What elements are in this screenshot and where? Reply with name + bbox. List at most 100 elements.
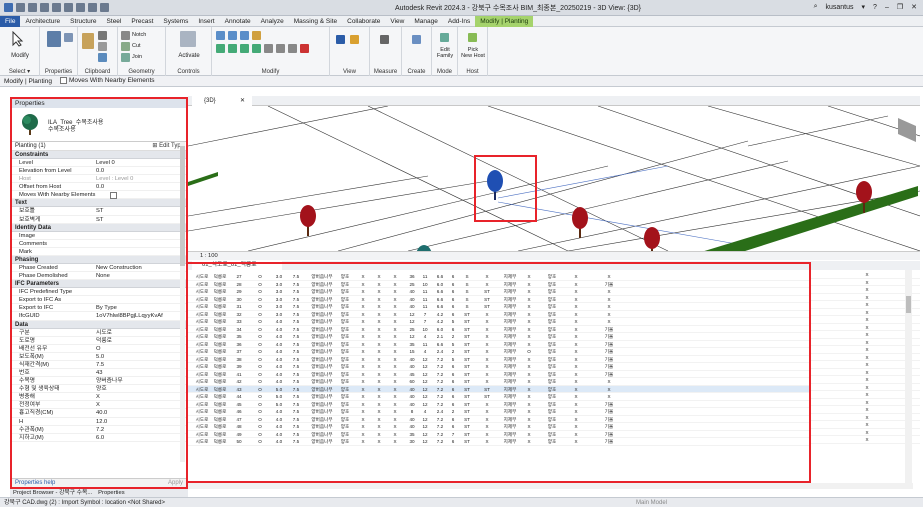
schedule-cell[interactable]: 덕릉로 <box>212 311 228 319</box>
schedule-cell[interactable]: 4.0 <box>273 371 285 379</box>
schedule-cell[interactable]: X <box>358 356 368 364</box>
schedule-cell[interactable]: 지제부 <box>501 288 519 296</box>
schedule-cell[interactable]: X <box>522 423 536 431</box>
schedule-cell[interactable]: X <box>568 356 584 364</box>
schedule-cell[interactable]: 4.0 <box>273 363 285 371</box>
schedule-cell[interactable]: 기울 <box>594 423 624 431</box>
schedule-cell[interactable]: X <box>358 318 368 326</box>
schedule-cell[interactable]: 7.2 <box>434 431 446 439</box>
schedule-cell[interactable]: X <box>568 416 584 424</box>
schedule-cell[interactable]: 5 <box>448 341 458 349</box>
schedule-cell[interactable]: 7.5 <box>290 326 302 334</box>
move-icon[interactable] <box>216 44 225 53</box>
property-group-header[interactable]: Data <box>12 320 186 329</box>
schedule-cell[interactable]: ST <box>480 393 494 401</box>
schedule-cell[interactable]: O <box>254 416 266 424</box>
schedule-cell[interactable]: 지제부 <box>501 273 519 281</box>
schedule-cell[interactable]: 11 <box>420 296 430 304</box>
schedule-cell[interactable]: 4.0 <box>273 378 285 386</box>
schedule-cell[interactable]: X <box>594 296 624 304</box>
schedule-cell[interactable]: X <box>374 296 384 304</box>
schedule-row[interactable]: 시도로 덕릉로 49 O 4.0 7.5 양버즘나무 양호 X X X 35 12 7.2 7 ST X 지제부 X… <box>188 431 809 439</box>
schedule-cell[interactable]: X <box>480 416 494 424</box>
revit-logo-icon[interactable] <box>4 3 13 12</box>
schedule-cell[interactable]: X <box>522 363 536 371</box>
schedule-cell[interactable]: X <box>390 371 400 379</box>
property-value[interactable]: ST <box>96 216 103 224</box>
schedule-cell[interactable]: 30 <box>232 296 246 304</box>
close-button[interactable]: ✕ <box>911 3 917 11</box>
schedule-cell[interactable]: O <box>254 303 266 311</box>
schedule-cell[interactable]: X <box>594 303 624 311</box>
property-row[interactable]: H 12.0 <box>12 418 186 426</box>
schedule-cell[interactable]: ST <box>460 408 474 416</box>
schedule-cell[interactable]: 기울 <box>594 431 624 439</box>
type-properties-icon[interactable] <box>64 33 73 42</box>
schedule-cell[interactable]: 양호 <box>544 423 560 431</box>
schedule-cell[interactable]: X <box>358 378 368 386</box>
schedule-cell[interactable]: 덕릉로 <box>212 416 228 424</box>
tab-project-browser[interactable]: Project Browser - 강북구 수목... <box>13 489 92 497</box>
schedule-cell[interactable]: X <box>859 421 875 429</box>
property-value[interactable]: ST <box>96 207 103 215</box>
schedule-cell[interactable]: 4.0 <box>273 341 285 349</box>
schedule-cell[interactable]: 시도로 <box>194 438 210 446</box>
schedule-cell[interactable]: ST <box>480 303 494 311</box>
schedule-cell[interactable]: ST <box>460 341 474 349</box>
edit-family-icon[interactable] <box>440 33 449 42</box>
schedule-cell[interactable]: X <box>568 281 584 289</box>
cut-label[interactable]: Cut <box>132 43 141 49</box>
quick-access-toolbar[interactable] <box>4 3 109 12</box>
property-value[interactable]: 양버즘나무 <box>96 377 123 385</box>
schedule-cell[interactable]: ST <box>480 296 494 304</box>
schedule-cell[interactable]: X <box>390 438 400 446</box>
schedule-row[interactable]: 시도로 덕릉로 43 O 5.0 7.5 양버즘나무 양호 X X X 40 12 7.2 6 ST ST 지제부… <box>188 385 809 394</box>
schedule-cell[interactable]: O <box>254 288 266 296</box>
schedule-cell[interactable]: 6 <box>448 303 458 311</box>
schedule-cell[interactable]: O <box>254 356 266 364</box>
tab-collaborate[interactable]: Collaborate <box>342 16 385 27</box>
schedule-cell[interactable]: ST <box>460 348 474 356</box>
schedule-cell[interactable]: 4 <box>420 408 430 416</box>
schedule-cell[interactable]: ST <box>460 393 474 401</box>
schedule-cell[interactable]: 양버즘나무 <box>311 423 333 431</box>
schedule-cell[interactable]: 양호 <box>544 303 560 311</box>
activate-label[interactable]: Activate <box>166 53 212 59</box>
schedule-cell[interactable]: X <box>522 296 536 304</box>
schedule-cell[interactable]: X <box>390 288 400 296</box>
property-value[interactable]: 1oV7hlwl8BPgjLLqyyKvAf <box>96 312 163 320</box>
schedule-cell[interactable]: 12 <box>420 356 430 364</box>
schedule-cell[interactable]: 양호 <box>544 296 560 304</box>
schedule-cell[interactable]: X <box>480 341 494 349</box>
tab-architecture[interactable]: Architecture <box>20 16 65 27</box>
schedule-cell[interactable]: 38 <box>232 356 246 364</box>
schedule-cell[interactable]: 7.2 <box>434 356 446 364</box>
schedule-cell[interactable]: 양호 <box>338 273 352 281</box>
type-selector[interactable]: ILA_Tree_수목조사용 수목조사용 <box>12 108 186 142</box>
schedule-cell[interactable]: X <box>522 303 536 311</box>
schedule-cell[interactable]: X <box>374 431 384 439</box>
schedule-cell[interactable]: ST <box>460 356 474 364</box>
schedule-cell[interactable]: ST <box>460 318 474 326</box>
schedule-cell[interactable]: 덕릉로 <box>212 348 228 356</box>
schedule-cell[interactable]: 덕릉로 <box>212 378 228 386</box>
schedule-row-extra[interactable]: X <box>811 309 920 316</box>
schedule-cell[interactable]: 시도로 <box>194 281 210 289</box>
schedule-cell[interactable]: 28 <box>232 281 246 289</box>
schedule-cell[interactable]: 7.2 <box>434 438 446 446</box>
modify-button-label[interactable]: Modify <box>0 53 40 59</box>
schedule-cell[interactable]: 양호 <box>544 378 560 386</box>
property-row[interactable]: 번호 43 <box>12 369 186 378</box>
schedule-cell[interactable]: 양호 <box>338 333 352 341</box>
schedule-cell[interactable]: 7.2 <box>434 401 446 409</box>
schedule-cell[interactable]: 11 <box>420 303 430 311</box>
schedule-cell[interactable]: X <box>859 301 875 309</box>
schedule-cell[interactable]: ST <box>460 371 474 379</box>
schedule-cell[interactable]: ST <box>460 386 474 394</box>
schedule-cell[interactable]: 양버즘나무 <box>311 408 333 416</box>
schedule-cell[interactable]: 4.0 <box>273 408 285 416</box>
schedule-cell[interactable]: 4.0 <box>273 438 285 446</box>
schedule-cell[interactable]: O <box>254 423 266 431</box>
schedule-cell[interactable]: 시도로 <box>194 273 210 281</box>
schedule-cell[interactable]: 2 <box>448 408 458 416</box>
